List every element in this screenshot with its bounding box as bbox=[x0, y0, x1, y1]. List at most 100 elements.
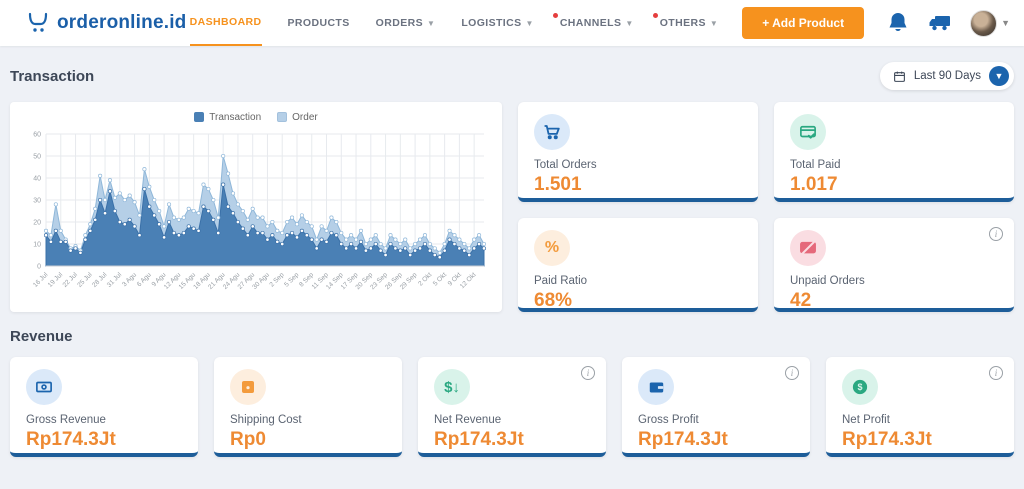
svg-text:28 Jul: 28 Jul bbox=[91, 271, 109, 289]
svg-text:2 Sep: 2 Sep bbox=[269, 271, 286, 288]
stat-value: 68% bbox=[534, 290, 742, 312]
date-range-selector[interactable]: Last 90 Days ▼ bbox=[880, 62, 1014, 90]
gross-profit-card: i Gross Profit Rp174.3Jt bbox=[622, 357, 810, 457]
nav-products[interactable]: PRODUCTS bbox=[288, 0, 350, 46]
svg-text:60: 60 bbox=[33, 132, 41, 139]
date-range-label: Last 90 Days bbox=[914, 70, 981, 82]
stat-label: Paid Ratio bbox=[534, 275, 742, 287]
dashboard-page: orderonline.id DASHBOARD PRODUCTS ORDERS… bbox=[0, 0, 1024, 489]
svg-text:20: 20 bbox=[33, 220, 41, 227]
svg-text:0: 0 bbox=[37, 264, 41, 271]
info-icon[interactable]: i bbox=[989, 227, 1003, 241]
shipping-box-icon bbox=[230, 369, 266, 405]
card-check-icon bbox=[790, 114, 826, 150]
svg-text:29 Sep: 29 Sep bbox=[399, 271, 419, 291]
cart-icon bbox=[534, 114, 570, 150]
svg-text:5 Okt: 5 Okt bbox=[432, 271, 448, 287]
revenue-cards-row: Gross Revenue Rp174.3Jt Shipping Cost Rp… bbox=[10, 357, 1014, 457]
main-nav: DASHBOARD PRODUCTS ORDERS▼ LOGISTICS▼ CH… bbox=[190, 0, 719, 46]
stat-value: Rp174.3Jt bbox=[638, 429, 794, 451]
wallet-icon bbox=[638, 369, 674, 405]
dollar-circle-icon: $ bbox=[842, 369, 878, 405]
transaction-section-header: Transaction Last 90 Days ▼ bbox=[10, 62, 1014, 90]
stat-value: Rp174.3Jt bbox=[434, 429, 590, 451]
notification-dot bbox=[553, 13, 558, 18]
revenue-section-title: Revenue bbox=[10, 328, 73, 345]
svg-text:50: 50 bbox=[33, 154, 41, 161]
svg-text:30: 30 bbox=[33, 198, 41, 205]
nav-others[interactable]: OTHERS▼ bbox=[660, 0, 718, 46]
chevron-down-icon: ▼ bbox=[625, 19, 633, 28]
svg-text:40: 40 bbox=[33, 176, 41, 183]
stat-label: Net Profit bbox=[842, 414, 998, 426]
stat-value: 42 bbox=[790, 290, 998, 312]
svg-text:2 Okt: 2 Okt bbox=[417, 271, 433, 287]
unpaid-orders-card: i Unpaid Orders 42 bbox=[774, 218, 1014, 312]
calendar-icon bbox=[893, 70, 906, 83]
stat-label: Total Paid bbox=[790, 159, 998, 171]
transaction-section-title: Transaction bbox=[10, 68, 94, 85]
paid-ratio-card: % Paid Ratio 68% bbox=[518, 218, 758, 312]
chevron-down-icon: ▼ bbox=[710, 19, 718, 28]
stat-label: Unpaid Orders bbox=[790, 275, 998, 287]
chart-legend: Transaction Order bbox=[20, 108, 492, 126]
svg-text:19 Jul: 19 Jul bbox=[47, 271, 65, 289]
stat-value: Rp174.3Jt bbox=[26, 429, 182, 451]
brand-logo[interactable]: orderonline.id bbox=[26, 11, 186, 35]
info-icon[interactable]: i bbox=[785, 366, 799, 380]
svg-text:12 Okt: 12 Okt bbox=[459, 271, 478, 290]
revenue-section-header: Revenue bbox=[10, 328, 1014, 345]
user-menu[interactable]: ▼ bbox=[970, 10, 1010, 37]
legend-order[interactable]: Order bbox=[277, 112, 318, 123]
dashboard-content: Transaction Last 90 Days ▼ Transaction bbox=[0, 46, 1024, 457]
chevron-down-icon: ▼ bbox=[1001, 18, 1010, 28]
total-orders-card: Total Orders 1.501 bbox=[518, 102, 758, 202]
stat-value: 1.501 bbox=[534, 174, 742, 196]
delivery-truck-icon[interactable] bbox=[928, 11, 952, 35]
stat-label: Total Orders bbox=[534, 159, 742, 171]
transaction-chart-card: Transaction Order 010203040506016 Jul19 … bbox=[10, 102, 502, 312]
info-icon[interactable]: i bbox=[581, 366, 595, 380]
svg-text:10: 10 bbox=[33, 242, 41, 249]
info-icon[interactable]: i bbox=[989, 366, 1003, 380]
stat-label: Gross Profit bbox=[638, 414, 794, 426]
header-icons: ▼ bbox=[886, 10, 1010, 37]
transaction-stats-grid: Total Orders 1.501 Total Paid 1.017 % bbox=[518, 102, 1014, 312]
nav-logistics[interactable]: LOGISTICS▼ bbox=[461, 0, 534, 46]
chevron-down-icon: ▼ bbox=[526, 19, 534, 28]
svg-text:$: $ bbox=[857, 382, 862, 392]
card-crossed-icon bbox=[790, 230, 826, 266]
transaction-swatch-icon bbox=[194, 112, 204, 122]
top-navigation-bar: orderonline.id DASHBOARD PRODUCTS ORDERS… bbox=[0, 0, 1024, 46]
stat-label: Shipping Cost bbox=[230, 414, 386, 426]
notification-dot bbox=[653, 13, 658, 18]
nav-dashboard[interactable]: DASHBOARD bbox=[190, 0, 262, 46]
transaction-row: Transaction Order 010203040506016 Jul19 … bbox=[10, 102, 1014, 312]
svg-text:25 Jul: 25 Jul bbox=[76, 271, 94, 289]
user-avatar bbox=[970, 10, 997, 37]
svg-text:30 Agu: 30 Agu bbox=[251, 271, 271, 291]
orderonline-cart-logo-icon bbox=[26, 11, 50, 35]
svg-text:31 Jul: 31 Jul bbox=[106, 271, 124, 289]
order-swatch-icon bbox=[277, 112, 287, 122]
chevron-down-icon: ▼ bbox=[427, 19, 435, 28]
notification-bell-icon[interactable] bbox=[886, 11, 910, 35]
net-profit-card: i $ Net Profit Rp174.3Jt bbox=[826, 357, 1014, 457]
total-paid-card: Total Paid 1.017 bbox=[774, 102, 1014, 202]
svg-text:5 Sep: 5 Sep bbox=[283, 271, 300, 288]
money-in-icon: $↓ bbox=[434, 369, 470, 405]
nav-orders[interactable]: ORDERS▼ bbox=[376, 0, 436, 46]
transaction-order-area-chart[interactable]: 010203040506016 Jul19 Jul22 Jul25 Jul28 … bbox=[20, 126, 492, 306]
svg-text:3 Agu: 3 Agu bbox=[121, 271, 138, 288]
stat-label: Net Revenue bbox=[434, 414, 590, 426]
shipping-cost-card: Shipping Cost Rp0 bbox=[214, 357, 402, 457]
banknote-icon bbox=[26, 369, 62, 405]
svg-text:6 Agu: 6 Agu bbox=[136, 271, 153, 288]
stat-value: 1.017 bbox=[790, 174, 998, 196]
nav-channels[interactable]: CHANNELS▼ bbox=[560, 0, 634, 46]
add-product-button[interactable]: + Add Product bbox=[742, 7, 864, 39]
brand-name: orderonline.id bbox=[57, 12, 186, 34]
chevron-down-icon: ▼ bbox=[989, 66, 1009, 86]
stat-value: Rp0 bbox=[230, 429, 386, 451]
legend-transaction[interactable]: Transaction bbox=[194, 112, 261, 123]
